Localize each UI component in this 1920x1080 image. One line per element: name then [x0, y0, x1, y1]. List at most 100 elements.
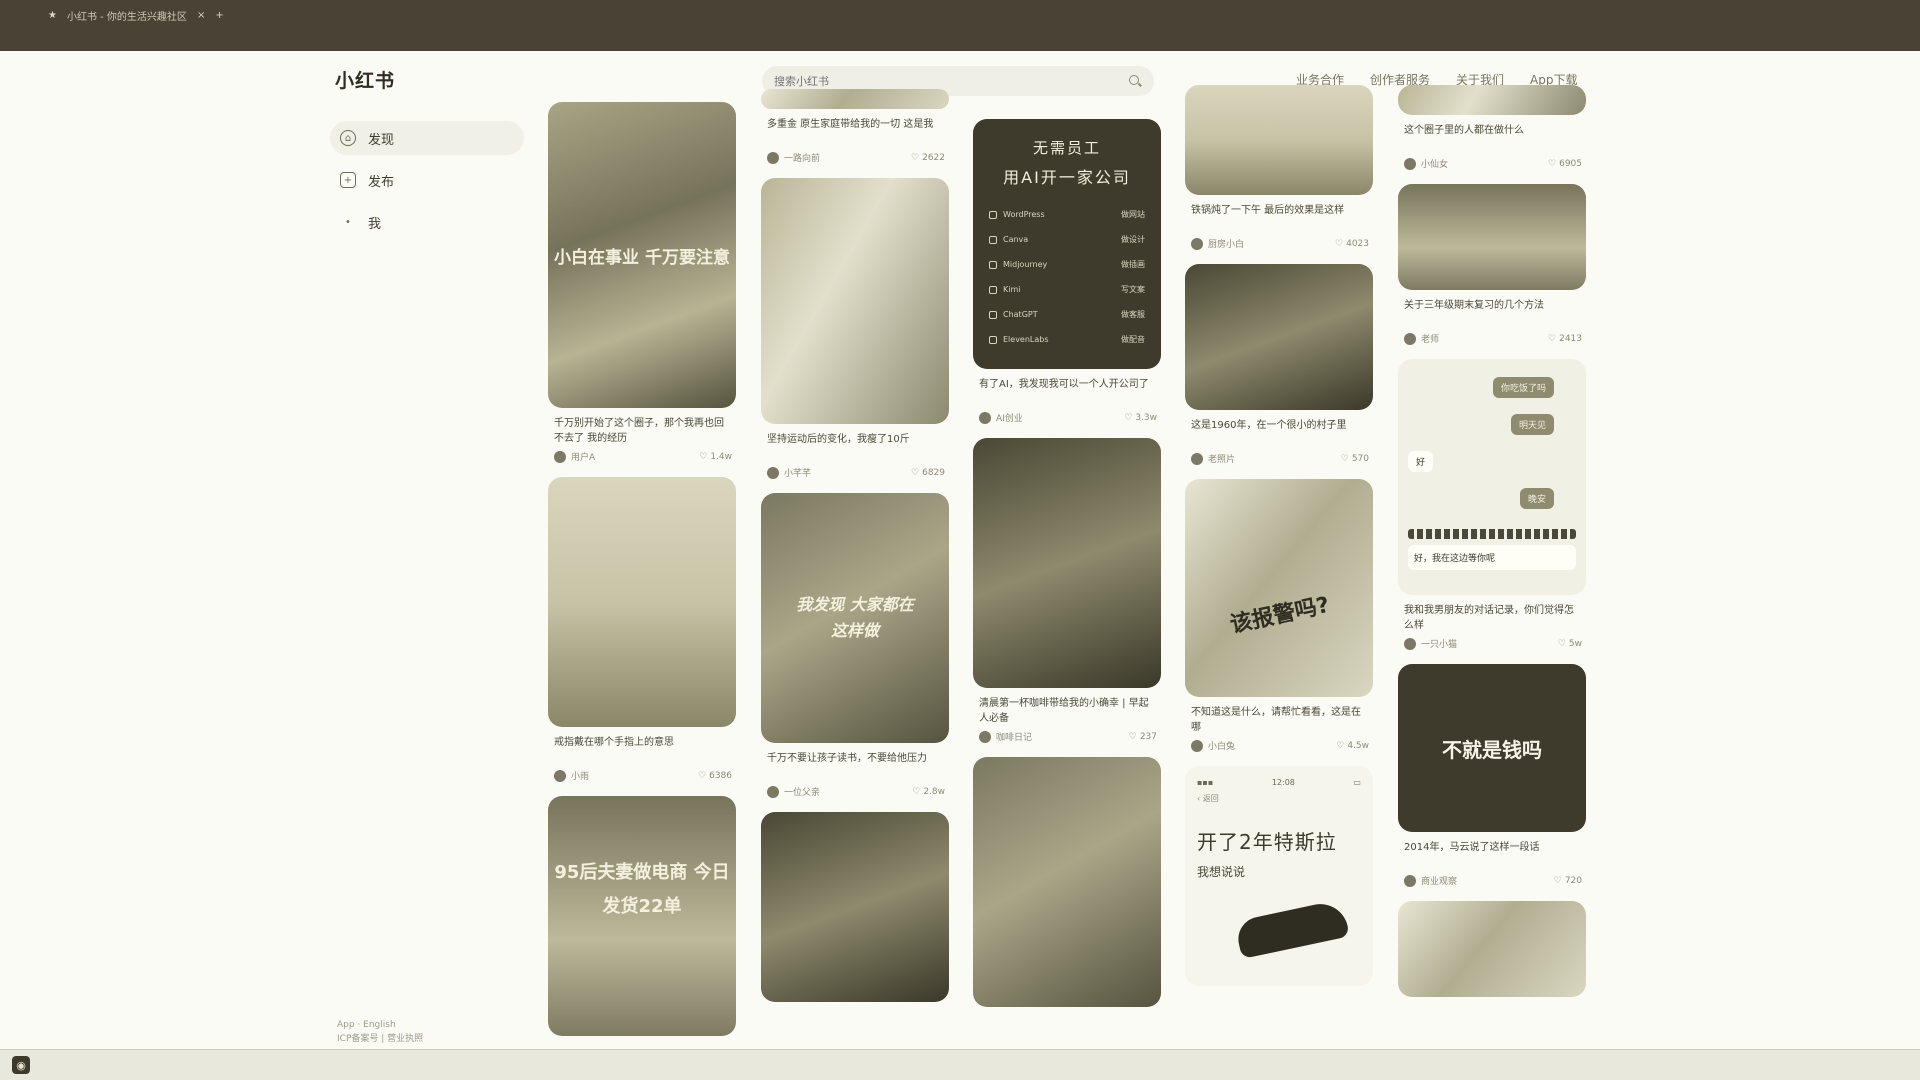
author[interactable]: 一位父亲 [767, 785, 820, 798]
note-card[interactable]: 95后夫妻做电商 今日发货22单 [548, 796, 738, 1036]
sidebar-item-me[interactable]: • 我 [330, 205, 524, 239]
note-title[interactable]: 坚持运动后的变化，我瘦了10斤 [767, 432, 945, 462]
note-card[interactable] [973, 757, 1163, 1007]
note-card[interactable]: 关于三年级期末复习的几个方法 老师 ♡ 2413 [1398, 184, 1588, 345]
note-cover[interactable] [761, 178, 949, 424]
note-cover[interactable] [1398, 85, 1586, 115]
like-button[interactable]: ♡ 4023 [1335, 239, 1369, 249]
note-title[interactable]: 有了AI，我发现我可以一个人开公司了 [979, 377, 1157, 407]
note-title[interactable]: 千万不要让孩子读书，不要给他压力 [767, 751, 945, 781]
note-cover[interactable] [761, 812, 949, 1002]
cover-text: 我发现 大家都在这样做 [796, 595, 914, 640]
note-card[interactable]: 铁锅炖了一下午 最后的效果是这样 厨房小白 ♡ 4023 [1185, 85, 1375, 250]
browser-tab[interactable]: ★ 小红书 - 你的生活兴趣社区 × + [48, 6, 224, 24]
note-card[interactable]: ▪▪▪ 12:08 ▭ ‹ 返回 开了2年特斯拉 我想说说 [1185, 766, 1375, 986]
note-card[interactable]: 我发现 大家都在这样做 千万不要让孩子读书，不要给他压力 一位父亲 ♡ 2.8w [761, 493, 951, 798]
like-button[interactable]: ♡ 3.3w [1124, 413, 1157, 423]
note-cover[interactable]: 该报警吗? [1185, 479, 1373, 697]
author[interactable]: 咖啡日记 [979, 730, 1032, 743]
author[interactable]: 一只小猫 [1404, 637, 1457, 650]
search-input[interactable] [774, 74, 1128, 88]
author[interactable]: 商业观察 [1404, 874, 1457, 887]
note-title[interactable]: 戒指戴在哪个手指上的意思 [554, 735, 732, 765]
tool-use: 做客服 [1121, 310, 1145, 319]
logo[interactable]: 小红书 [335, 66, 395, 93]
note-cover[interactable] [1398, 184, 1586, 290]
note-title[interactable]: 这个圈子里的人都在做什么 [1404, 123, 1582, 153]
author[interactable]: 小仙女 [1404, 157, 1448, 170]
note-card[interactable]: 多重金 原生家庭带给我的一切 这是我 一路向前 ♡ 2622 [761, 89, 951, 164]
note-cover[interactable]: 95后夫妻做电商 今日发货22单 [548, 796, 736, 1036]
note-card[interactable]: 无需员工 用AI开一家公司 WordPress 做网站 Canva 做设计 Midj… [973, 119, 1163, 424]
note-title[interactable]: 2014年，马云说了这样一段话 [1404, 840, 1582, 870]
app-icon[interactable]: ◉ [12, 1056, 30, 1074]
note-cover[interactable] [1398, 901, 1586, 997]
note-cover[interactable] [1185, 264, 1373, 410]
note-title[interactable]: 关于三年级期末复习的几个方法 [1404, 298, 1582, 328]
note-cover[interactable]: 我发现 大家都在这样做 [761, 493, 949, 743]
like-button[interactable]: ♡ 1.4w [699, 452, 732, 462]
note-title[interactable]: 多重金 原生家庭带给我的一切 这是我 [767, 117, 945, 147]
note-cover[interactable] [1185, 85, 1373, 195]
like-button[interactable]: ♡ 4.5w [1336, 741, 1369, 751]
cover-heading-2: 用AI开一家公司 [1003, 168, 1131, 187]
cover-text: 小白在事业 千万要注意 [554, 247, 730, 268]
note-cover[interactable] [973, 438, 1161, 688]
note-cover[interactable]: 不就是钱吗 [1398, 664, 1586, 832]
note-card[interactable]: 清晨第一杯咖啡带给我的小确幸 | 早起人必备 咖啡日记 ♡ 237 [973, 438, 1163, 743]
note-cover[interactable] [761, 89, 949, 109]
author[interactable]: AI创业 [979, 411, 1023, 424]
note-card[interactable]: 这是1960年，在一个很小的村子里 老照片 ♡ 570 [1185, 264, 1375, 465]
author[interactable]: 小芊芊 [767, 466, 811, 479]
note-card[interactable] [761, 812, 951, 1002]
author[interactable]: 一路向前 [767, 151, 820, 164]
note-title[interactable]: 清晨第一杯咖啡带给我的小确幸 | 早起人必备 [979, 696, 1157, 726]
sidebar-item-discover[interactable]: ⌂ 发现 [330, 121, 524, 155]
note-cover[interactable] [548, 477, 736, 727]
note-title[interactable]: 千万别开始了这个圈子，那个我再也回不去了 我的经历 [554, 416, 732, 446]
author[interactable]: 老师 [1404, 332, 1439, 345]
taskbar: ◉ [0, 1049, 1920, 1080]
like-button[interactable]: ♡ 720 [1554, 876, 1582, 886]
like-button[interactable]: ♡ 237 [1129, 732, 1157, 742]
like-button[interactable]: ♡ 570 [1341, 454, 1369, 464]
footer-icp[interactable]: ICP备案号 | 营业执照 [337, 1032, 423, 1046]
note-card[interactable]: 戒指戴在哪个手指上的意思 小雨 ♡ 6386 [548, 477, 738, 782]
note-cover[interactable]: 小白在事业 千万要注意 [548, 102, 736, 408]
note-card[interactable]: 该报警吗? 不知道这是什么，请帮忙看看，这是在哪 小白兔 ♡ 4.5w [1185, 479, 1375, 752]
note-cover[interactable] [973, 757, 1161, 1007]
note-title[interactable]: 这是1960年，在一个很小的村子里 [1191, 418, 1369, 448]
author[interactable]: 厨房小白 [1191, 237, 1244, 250]
note-cover[interactable]: 你吃饭了吗 明天见 好 晚安 好，我在这边等你呢 [1398, 359, 1586, 595]
note-cover[interactable]: ▪▪▪ 12:08 ▭ ‹ 返回 开了2年特斯拉 我想说说 [1185, 766, 1373, 986]
note-card[interactable] [1398, 901, 1588, 997]
note-card[interactable]: 不就是钱吗 2014年，马云说了这样一段话 商业观察 ♡ 720 [1398, 664, 1588, 887]
search-icon[interactable] [1128, 74, 1142, 88]
note-card[interactable]: 这个圈子里的人都在做什么 小仙女 ♡ 6905 [1398, 85, 1588, 170]
author[interactable]: 用户A [554, 450, 595, 463]
like-button[interactable]: ♡ 6829 [911, 468, 945, 478]
note-title[interactable]: 我和我男朋友的对话记录，你们觉得怎么样 [1404, 603, 1582, 633]
footer-links[interactable]: App · English [337, 1018, 423, 1032]
like-button[interactable]: ♡ 2.8w [912, 787, 945, 797]
close-icon[interactable]: × [197, 10, 205, 21]
author-name: AI创业 [996, 414, 1023, 424]
like-button[interactable]: ♡ 6905 [1548, 159, 1582, 169]
like-button[interactable]: ♡ 2413 [1548, 334, 1582, 344]
note-cover[interactable]: 无需员工 用AI开一家公司 WordPress 做网站 Canva 做设计 Midj… [973, 119, 1161, 369]
note-card[interactable]: 小白在事业 千万要注意 千万别开始了这个圈子，那个我再也回不去了 我的经历 用户… [548, 102, 738, 463]
like-button[interactable]: ♡ 6386 [698, 771, 732, 781]
author[interactable]: 老照片 [1191, 452, 1235, 465]
like-button[interactable]: ♡ 5w [1558, 639, 1582, 649]
note-title[interactable]: 铁锅炖了一下午 最后的效果是这样 [1191, 203, 1369, 233]
like-button[interactable]: ♡ 2622 [911, 153, 945, 163]
avatar [767, 151, 779, 164]
sidebar-item-publish[interactable]: + 发布 [330, 163, 524, 197]
new-tab-button[interactable]: + [215, 10, 223, 21]
author[interactable]: 小雨 [554, 769, 589, 782]
author[interactable]: 小白兔 [1191, 739, 1235, 752]
author-name: 小芊芊 [784, 469, 812, 479]
note-card[interactable]: 坚持运动后的变化，我瘦了10斤 小芊芊 ♡ 6829 [761, 178, 951, 479]
note-title[interactable]: 不知道这是什么，请帮忙看看，这是在哪 [1191, 705, 1369, 735]
note-card[interactable]: 你吃饭了吗 明天见 好 晚安 好，我在这边等你呢 我和我男朋友的对话记录，你们觉… [1398, 359, 1588, 650]
